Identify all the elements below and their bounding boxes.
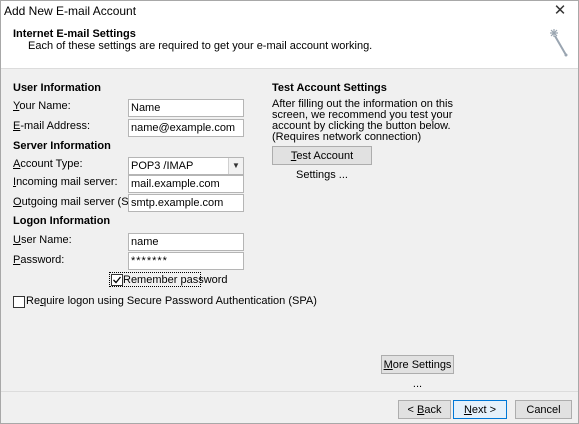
header-title: Internet E-mail Settings (13, 28, 136, 40)
chevron-down-icon[interactable]: ▼ (228, 158, 243, 174)
password-field[interactable]: ******* (128, 252, 244, 270)
require-spa-checkbox[interactable] (13, 296, 25, 308)
cancel-button[interactable]: Cancel (515, 400, 572, 419)
test-account-description: After filling out the information on thi… (272, 98, 453, 143)
outgoing-server-field[interactable]: smtp.example.com (128, 194, 244, 212)
require-spa-label: Require logon using Secure Password Auth… (26, 295, 317, 307)
remember-password-label: Remember password (123, 274, 228, 286)
wizard-body: User Information Your Name: Name E-mail … (1, 69, 578, 391)
email-address-label: E-mail Address: (13, 120, 91, 132)
wizard-footer: < Back Next > Cancel (1, 391, 578, 423)
remember-password-checkbox[interactable] (111, 274, 123, 286)
email-address-field[interactable]: name@example.com (128, 119, 244, 137)
next-button[interactable]: Next > (453, 400, 507, 419)
password-label: Password: (13, 254, 65, 266)
window-title: Add New E-mail Account (4, 4, 137, 18)
user-information-heading: User Information (13, 82, 102, 94)
checkmark-icon (113, 276, 122, 284)
logon-information-heading: Logon Information (13, 215, 111, 227)
header-subtitle: Each of these settings are required to g… (28, 40, 373, 52)
account-type-select[interactable]: POP3 /IMAP ▼ (128, 157, 244, 175)
test-account-settings-heading: Test Account Settings (272, 82, 387, 94)
sparkle-wizard-icon (550, 29, 568, 57)
server-information-heading: Server Information (13, 140, 111, 152)
user-name-label: User Name: (13, 234, 72, 246)
add-email-account-dialog: Add New E-mail Account ✕ Internet E-mail… (0, 0, 579, 424)
back-button[interactable]: < Back (398, 400, 451, 419)
account-type-label: Account Type: (13, 158, 83, 170)
wizard-header: Internet E-mail Settings Each of these s… (1, 23, 578, 69)
account-type-value: POP3 /IMAP (131, 160, 194, 172)
incoming-server-field[interactable]: mail.example.com (128, 175, 244, 193)
close-icon[interactable]: ✕ (550, 2, 570, 20)
title-bar: Add New E-mail Account ✕ (1, 1, 578, 23)
user-name-field[interactable]: name (128, 233, 244, 251)
your-name-label: Your Name: (13, 100, 71, 112)
incoming-server-label: Incoming mail server: (13, 176, 118, 188)
more-settings-button[interactable]: More Settings ... (381, 355, 454, 390)
test-account-settings-button[interactable]: Test Account Settings ... (272, 146, 372, 181)
your-name-field[interactable]: Name (128, 99, 244, 117)
